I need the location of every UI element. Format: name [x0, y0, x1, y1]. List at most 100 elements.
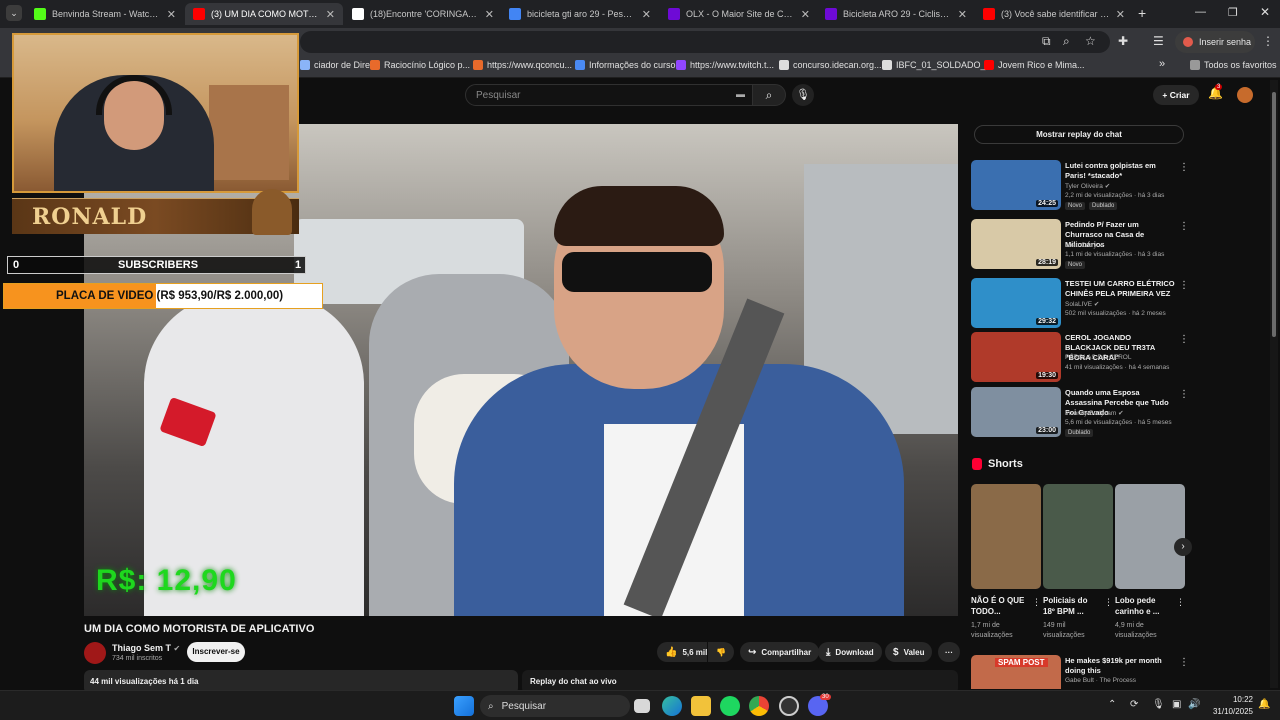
thanks-button[interactable]: $ Valeu	[885, 642, 933, 662]
restore-icon[interactable]: ❐	[1228, 6, 1238, 19]
extensions-icon[interactable]: ✚	[1118, 34, 1128, 48]
reading-list-icon[interactable]: ☰	[1153, 34, 1164, 48]
new-tab-button[interactable]: +	[1138, 5, 1146, 21]
address-bar[interactable]	[300, 31, 1110, 53]
obs-icon[interactable]	[779, 696, 799, 716]
all-bookmarks-folder[interactable]: Todos os favoritos	[1190, 60, 1277, 70]
bookmark-star-icon[interactable]: ☆	[1085, 34, 1096, 48]
channel-avatar[interactable]	[84, 642, 106, 664]
close-tab-icon[interactable]: ✕	[485, 8, 494, 21]
voice-search-button[interactable]: 🎙	[792, 84, 814, 106]
more-vertical-icon[interactable]: ⋮	[1179, 280, 1189, 291]
zoom-icon[interactable]: ⌕	[1063, 34, 1070, 49]
channel-name[interactable]: Thiago Sem T ✔	[112, 643, 180, 653]
video-duration: 28:19	[1036, 259, 1058, 266]
browser-tab[interactable]: (3) Você sabe identificar uma n ✕	[975, 3, 1133, 25]
chrome-icon[interactable]	[749, 696, 769, 716]
file-explorer-icon[interactable]	[691, 696, 711, 716]
taskbar-search[interactable]: ⌕ Pesquisar	[480, 695, 630, 717]
more-vertical-icon[interactable]: ⋮	[1179, 162, 1189, 173]
bookmark-favicon-icon	[575, 60, 585, 70]
close-tab-icon[interactable]: ✕	[642, 8, 651, 21]
tab-list-dropdown[interactable]: ⌄	[6, 5, 22, 21]
short-video[interactable]: Lobo pede carinho e ... 4,9 mi de visuali…	[1115, 484, 1185, 641]
shorts-next-arrow-icon[interactable]: ›	[1174, 538, 1192, 556]
account-avatar[interactable]	[1237, 87, 1253, 103]
search-button[interactable]: ⌕	[752, 84, 786, 106]
close-tab-icon[interactable]: ✕	[801, 8, 810, 21]
microphone-tray-icon[interactable]: 🎙	[1152, 699, 1165, 710]
recommended-video[interactable]: 24:25 Lutei contra golpistas em Paris! *s…	[971, 160, 1189, 212]
all-bookmarks-label: Todos os favoritos	[1204, 60, 1277, 70]
browser-menu-icon[interactable]: ⋮	[1262, 34, 1274, 48]
recommended-video[interactable]: 29:32 TESTEI UM CARRO ELÉTRICO CHINÊS PEL…	[971, 278, 1189, 330]
recommended-video[interactable]: SPAM POST He makes $919k per month doing…	[971, 655, 1186, 689]
bookmark-item[interactable]: https://www.qconcu...	[473, 60, 572, 70]
like-button[interactable]: 👍 5,6 mil	[657, 642, 707, 662]
clock-date: 31/10/2025	[1212, 707, 1253, 716]
more-actions-button[interactable]: ···	[938, 642, 960, 662]
bookmarks-overflow-icon[interactable]: »	[1159, 58, 1165, 70]
more-vertical-icon[interactable]: ⋮	[1176, 597, 1185, 608]
bookmark-item[interactable]: Raciocínio Lógico p...	[370, 60, 470, 70]
share-button[interactable]: ↪ Compartilhar	[740, 642, 820, 662]
bookmark-label: https://www.twitch.t...	[690, 60, 775, 70]
notification-center-icon[interactable]: 🔔	[1258, 699, 1270, 710]
bookmark-item[interactable]: https://www.twitch.t...	[676, 60, 774, 70]
tray-app-icon[interactable]: ⟳	[1130, 699, 1138, 710]
more-vertical-icon[interactable]: ⋮	[1032, 597, 1041, 608]
close-tab-icon[interactable]: ✕	[167, 8, 176, 21]
close-tab-icon[interactable]: ✕	[326, 8, 335, 21]
password-button[interactable]: Inserir senha	[1175, 31, 1255, 53]
install-app-icon[interactable]: ⧉	[1042, 34, 1051, 49]
network-icon[interactable]: ▣	[1172, 699, 1181, 710]
more-vertical-icon[interactable]: ⋮	[1179, 334, 1189, 345]
short-title: NÃO É O QUE TODO...	[971, 596, 1025, 616]
bookmark-label: concurso.idecan.org...	[793, 60, 882, 70]
download-button[interactable]: ⤓ Download	[818, 642, 882, 662]
recommended-video[interactable]: 19:30 CEROL JOGANDO BLACKJACK DEU TR3TA "…	[971, 332, 1189, 384]
browser-tab[interactable]: Bicicleta ARO 29 - Ciclismo - S ✕	[817, 3, 975, 25]
volume-icon[interactable]: 🔊	[1188, 699, 1200, 710]
subscribers-goal-bar: 0 SUBSCRIBERS 1	[7, 256, 306, 274]
search-input[interactable]: Pesquisar ▬	[465, 84, 753, 106]
short-thumbnail	[971, 484, 1041, 589]
keyboard-icon[interactable]: ▬	[736, 89, 745, 99]
recommendation-badge: Dublado	[1065, 429, 1094, 437]
system-clock[interactable]: 10:22 31/10/2025	[1205, 694, 1253, 718]
more-vertical-icon[interactable]: ⋮	[1179, 389, 1189, 400]
browser-tab[interactable]: (3) UM DIA COMO MOTOR ✕	[185, 3, 343, 25]
short-video[interactable]: Policiais do 18º BPM ... 149 mil visualiz…	[1043, 484, 1113, 641]
browser-tab[interactable]: (18)Encontre 'CORINGA RESTA ✕	[344, 3, 502, 25]
close-tab-icon[interactable]: ✕	[958, 8, 967, 21]
close-tab-icon[interactable]: ✕	[1116, 8, 1125, 21]
more-vertical-icon[interactable]: ⋮	[1179, 657, 1186, 668]
bookmark-item[interactable]: Informações do curso	[575, 60, 676, 70]
page-scrollbar-thumb[interactable]	[1272, 92, 1276, 337]
bookmark-item[interactable]: ciador de Dire...	[300, 60, 378, 70]
microphone-icon: 🎙	[796, 89, 810, 101]
short-thumbnail	[1115, 484, 1185, 589]
browser-tab[interactable]: bicicleta gti aro 29 - Pesquisa G ✕	[501, 3, 659, 25]
bookmark-item[interactable]: concurso.idecan.org...	[779, 60, 882, 70]
bookmark-item[interactable]: Jovem Rico e Mima...	[984, 60, 1085, 70]
subscribe-button[interactable]: Inscrever-se	[187, 642, 245, 662]
spotify-icon[interactable]	[720, 696, 740, 716]
dislike-button[interactable]: 👎	[708, 642, 734, 662]
more-vertical-icon[interactable]: ⋮	[1179, 221, 1189, 232]
task-view-icon[interactable]	[634, 699, 650, 713]
recommended-video[interactable]: 23:00 Quando uma Esposa Assassina Percebe…	[971, 387, 1189, 439]
close-window-icon[interactable]: ✕	[1260, 5, 1270, 19]
show-chat-replay-button[interactable]: Mostrar replay do chat	[974, 125, 1184, 144]
bookmark-item[interactable]: IBFC_01_SOLDADO_...	[882, 60, 993, 70]
tray-overflow-icon[interactable]: ⌃	[1108, 699, 1116, 710]
short-video[interactable]: NÃO É O QUE TODO... 1,7 mi de visualizaçõ…	[971, 484, 1041, 641]
browser-tab[interactable]: Benvinda Stream - Watch Live o ✕	[26, 3, 184, 25]
browser-tab[interactable]: OLX - O Maior Site de Compra ✕	[660, 3, 818, 25]
create-button[interactable]: + Criar	[1153, 85, 1199, 105]
recommended-video[interactable]: 28:19 Pedindo P/ Fazer um Churrasco na Ca…	[971, 219, 1189, 271]
windows-start-icon[interactable]	[454, 696, 474, 716]
minimize-icon[interactable]: —	[1195, 6, 1206, 18]
edge-icon[interactable]	[662, 696, 682, 716]
more-vertical-icon[interactable]: ⋮	[1104, 597, 1113, 608]
